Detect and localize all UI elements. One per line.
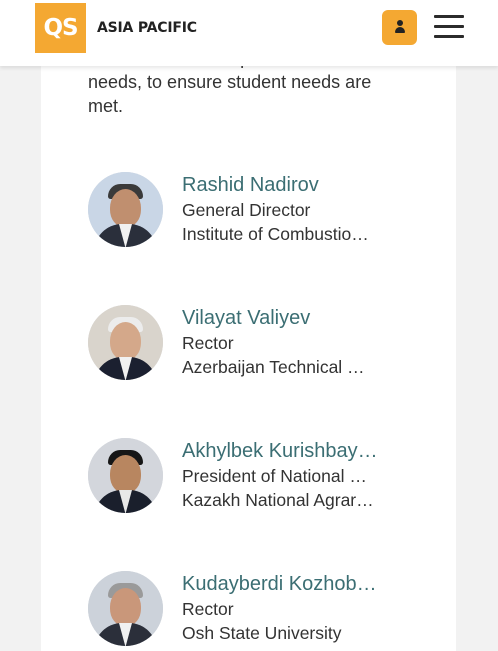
avatar [88, 571, 163, 646]
person-name[interactable]: Rashid Nadirov [182, 173, 418, 197]
person-name[interactable]: Akhylbek Kurishbay… [182, 439, 418, 463]
brand-name: ASIA PACIFIC [97, 20, 197, 36]
person-organization: Osh State University [182, 623, 342, 643]
logo-text: QS [43, 15, 78, 41]
avatar [88, 305, 163, 380]
person-organization: Azerbaijan Technical … [182, 357, 365, 377]
person-organization: Institute of Combustio… [182, 224, 369, 244]
site-header: QS ASIA PACIFIC [0, 0, 498, 66]
avatar [88, 172, 163, 247]
person-role: Rector [182, 599, 234, 619]
person-name[interactable]: Kudayberdi Kozhob… [182, 572, 418, 596]
list-item[interactable]: Rashid Nadirov General Director Institut… [88, 172, 418, 252]
person-organization: Kazakh National Agrar… [182, 490, 374, 510]
avatar [88, 438, 163, 513]
person-name[interactable]: Vilayat Valiyev [182, 306, 418, 330]
person-role: General Director [182, 200, 311, 220]
list-item[interactable]: Akhylbek Kurishbay… President of Nationa… [88, 438, 418, 518]
person-role: President of National … [182, 466, 367, 486]
hamburger-menu-icon[interactable] [434, 14, 464, 40]
list-item[interactable]: Kudayberdi Kozhob… Rector Osh State Univ… [88, 571, 418, 651]
list-item[interactable]: Vilayat Valiyev Rector Azerbaijan Techni… [88, 305, 418, 385]
person-role: Rector [182, 333, 234, 353]
qs-logo[interactable]: QS [35, 3, 86, 53]
account-button[interactable] [382, 10, 417, 45]
